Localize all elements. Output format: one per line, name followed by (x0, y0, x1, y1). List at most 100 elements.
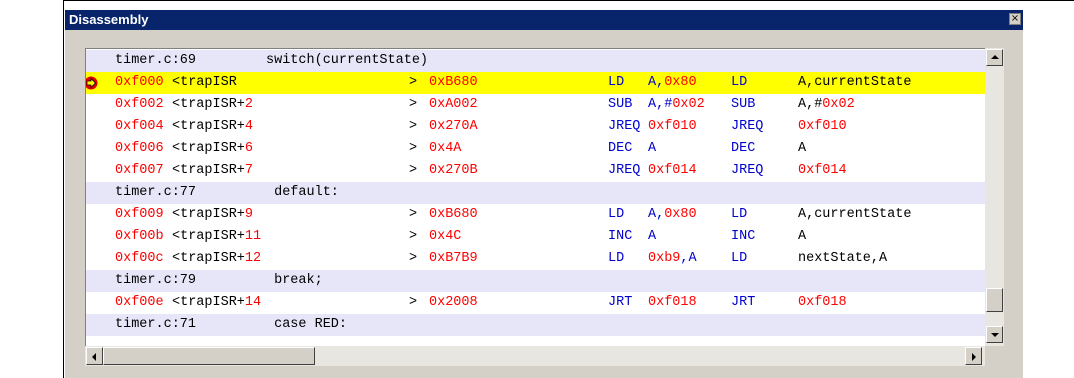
listing-op2a: A,currentState (798, 207, 912, 222)
listing-offset: 6 (244, 141, 253, 156)
source-line-row[interactable]: timer.c:69 switch(currentState) (86, 50, 986, 72)
asm-instruction-row[interactable]: 0xf007 <trapISR+ 7 >0x270B JREQ 0xf014 JREQ 0xf… (86, 160, 986, 182)
listing-addr: 0xf002 (115, 97, 164, 112)
listing-sym: <trapISR+ (172, 119, 245, 134)
listing-hex: 0xB680 (429, 75, 478, 90)
listing-gt: > (409, 97, 418, 112)
listing-hex: 0x270B (429, 163, 478, 178)
disassembly-listing[interactable]: timer.c:69 switch(currentState) 0xf000 <tra… (85, 48, 986, 347)
vertical-scrollbar[interactable] (985, 48, 1004, 346)
asm-instruction-row[interactable]: 0xf002 <trapISR+ 2 >0xA002 SUB A,#0x02 SUB A,# 0… (86, 94, 986, 116)
listing-op2b: 0xf010 (798, 119, 847, 134)
listing-mn: LD (608, 251, 625, 266)
listing-op2a: A,currentState (798, 75, 912, 90)
close-icon[interactable]: × (1009, 13, 1021, 25)
listing-offset: 9 (244, 207, 253, 222)
listing-sym: <trapISR+ (172, 141, 245, 156)
horizontal-scroll-thumb[interactable] (103, 347, 315, 365)
listing-addr: 0xf006 (115, 141, 164, 156)
listing-file: timer.c:69 (115, 53, 197, 68)
listing-op1: A (648, 229, 657, 244)
document-frame-left (63, 0, 64, 378)
listing-mn2: JREQ (731, 163, 764, 178)
asm-instruction-row[interactable]: 0xf00b <trapISR+ 11 >0x4C INC A INC A (86, 226, 986, 248)
listing-hex: 0xA002 (429, 97, 478, 112)
listing-file: timer.c:71 (115, 317, 197, 332)
listing-mn: LD (608, 75, 625, 90)
scroll-up-button[interactable] (986, 49, 1003, 66)
listing-sym: <trapISR+ (172, 295, 245, 310)
listing-op1: A,#0x02 (648, 97, 705, 112)
listing-addr: 0xf00b (115, 229, 164, 244)
arrow-left-icon (92, 353, 96, 361)
listing-code: default: (266, 185, 339, 200)
listing-file: timer.c:79 (115, 273, 197, 288)
listing-code: switch(currentState) (266, 53, 429, 68)
listing-op1: 0xf010 (648, 119, 697, 134)
source-line-row[interactable]: timer.c:79 break; (86, 270, 986, 292)
listing-gt: > (409, 75, 418, 90)
arrow-down-icon (991, 333, 999, 337)
listing-sym: <trapISR+ (172, 251, 245, 266)
listing-op2a: nextState,A (798, 251, 888, 266)
scrollbar-corner (985, 346, 1004, 366)
listing-op2b: 0xf014 (798, 163, 847, 178)
listing-mn: INC (608, 229, 633, 244)
asm-instruction-row[interactable]: 0xf004 <trapISR+ 4 >0x270A JREQ 0xf010 JREQ 0xf… (86, 116, 986, 138)
listing-mn2: LD (731, 251, 748, 266)
listing-code: case RED: (266, 317, 348, 332)
vertical-scroll-thumb[interactable] (986, 288, 1003, 312)
listing-gt: > (409, 229, 418, 244)
listing-sym: <trapISR+ (172, 207, 245, 222)
listing-op1: 0xf014 (648, 163, 697, 178)
listing-mn2: JREQ (731, 119, 764, 134)
source-line-row[interactable]: timer.c:71 case RED: (86, 314, 986, 336)
listing-gt: > (409, 251, 418, 266)
listing-addr: 0xf007 (115, 163, 164, 178)
scroll-left-button[interactable] (86, 347, 103, 365)
horizontal-scrollbar[interactable] (85, 346, 985, 366)
arrow-right-icon (972, 353, 976, 361)
listing-mn: DEC (608, 141, 633, 156)
asm-instruction-row[interactable]: 0xf00c <trapISR+ 12 >0xB7B9 LD 0xb9,A LD nextSt… (86, 248, 986, 270)
listing-offset: 11 (244, 229, 262, 244)
listing-addr: 0xf000 (115, 75, 164, 90)
scroll-down-button[interactable] (986, 326, 1003, 343)
listing-op2b: 0xf018 (798, 295, 847, 310)
listing-addr: 0xf004 (115, 119, 164, 134)
listing-addr: 0xf00e (115, 295, 164, 310)
listing-hex: 0x270A (429, 119, 478, 134)
listing-sym: <trapISR+ (172, 229, 245, 244)
listing-op1: A (648, 141, 657, 156)
listing-gt: > (409, 207, 418, 222)
asm-instruction-row[interactable]: 0xf000 <trapISR >0xB680 LD A,0x80 LD A,current… (86, 72, 986, 94)
listing-mn: JRT (608, 295, 633, 310)
listing-addr: 0xf00c (115, 251, 164, 266)
asm-instruction-row[interactable]: 0xf006 <trapISR+ 6 >0x4A DEC A DEC A (86, 138, 986, 160)
asm-instruction-row[interactable]: 0xf00e <trapISR+ 14 >0x2008 JRT 0xf018 JRT 0xf0… (86, 292, 986, 314)
listing-mn2: DEC (731, 141, 756, 156)
listing-mn2: LD (731, 75, 748, 90)
listing-hex: 0xB680 (429, 207, 478, 222)
listing-op1: A,0x80 (648, 75, 697, 90)
listing-mn: JREQ (608, 163, 641, 178)
listing-gt: > (409, 119, 418, 134)
listing-gt: > (409, 295, 418, 310)
listing-offset: 14 (244, 295, 262, 310)
source-line-row[interactable]: timer.c:77 default: (86, 182, 986, 204)
listing-op2a: A (798, 229, 807, 244)
listing-offset: 12 (244, 251, 262, 266)
window-title: Disassembly (69, 12, 149, 27)
listing-offset: 4 (244, 119, 253, 134)
listing-op1: 0xf018 (648, 295, 697, 310)
listing-gt: > (409, 141, 418, 156)
listing-op1: A,0x80 (648, 207, 697, 222)
asm-instruction-row[interactable]: 0xf009 <trapISR+ 9 >0xB680 LD A,0x80 LD A,curre… (86, 204, 986, 226)
listing-gt: > (409, 163, 418, 178)
scroll-right-button[interactable] (965, 347, 982, 365)
arrow-up-icon (991, 55, 999, 59)
listing-code: break; (266, 273, 323, 288)
listing-mn: SUB (608, 97, 633, 112)
window-titlebar[interactable]: Disassembly × (65, 10, 1023, 30)
listing-op2a: A (798, 141, 807, 156)
